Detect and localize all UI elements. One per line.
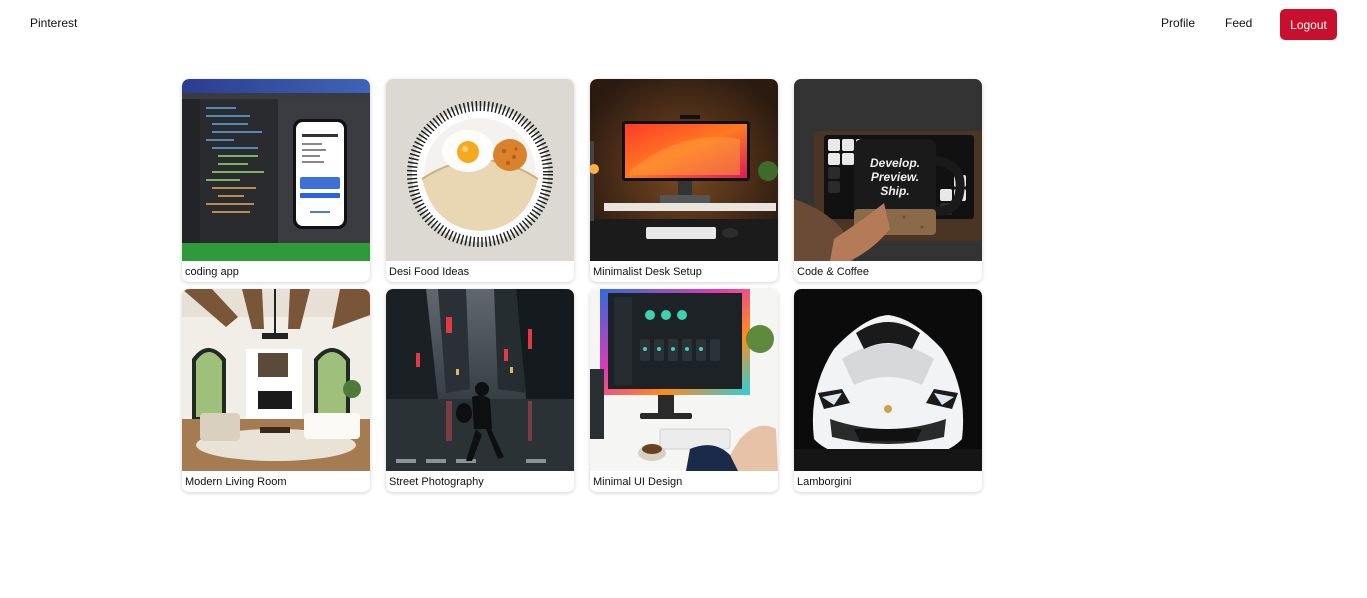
pin-image-mug-over-keyboard: Develop. Preview. Ship. — [794, 79, 982, 261]
pin-card[interactable]: coding app — [182, 79, 370, 282]
logout-button[interactable]: Logout — [1280, 9, 1337, 40]
pin-image-monitor-desk-setup — [590, 79, 778, 261]
pin-title: Lamborgini — [797, 476, 852, 488]
pin-image-bright-living-room — [182, 289, 370, 471]
pin-title: Street Photography — [389, 476, 484, 488]
pin-title: coding app — [185, 266, 239, 278]
mug-text-line: Develop. — [870, 156, 920, 170]
pin-image-white-sports-car — [794, 289, 982, 471]
pin-card[interactable]: Street Photography — [386, 289, 574, 492]
pin-title: Desi Food Ideas — [389, 266, 470, 278]
pin-card[interactable]: Lamborgini — [794, 289, 982, 492]
pin-card[interactable]: Minimalist Desk Setup — [590, 79, 778, 282]
pin-title: Minimalist Desk Setup — [593, 266, 702, 278]
pin-card[interactable]: Minimal UI Design — [590, 289, 778, 492]
pin-card[interactable]: Modern Living Room — [182, 289, 370, 492]
pin-grid: coding app Desi Food Ideas Minimalist De… — [182, 79, 982, 492]
nav-feed-link[interactable]: Feed — [1225, 16, 1252, 30]
pin-title: Minimal UI Design — [593, 476, 683, 488]
mug-text-line: Ship. — [880, 184, 909, 198]
pin-title: Modern Living Room — [185, 476, 287, 488]
mug-text-line: Preview. — [871, 170, 919, 184]
navbar: Pinterest Profile Feed Logout — [0, 0, 1367, 48]
brand-link[interactable]: Pinterest — [30, 16, 77, 30]
nav-profile-link[interactable]: Profile — [1161, 16, 1195, 30]
pin-card[interactable]: Develop. Preview. Ship. Code & Coffee — [794, 79, 982, 282]
pin-image-rainy-street-walker — [386, 289, 574, 471]
pin-image-monitor-dashboard-ui — [590, 289, 778, 471]
pin-image-plate-with-egg-and-dosa — [386, 79, 574, 261]
pin-card[interactable]: Desi Food Ideas — [386, 79, 574, 282]
pin-title: Code & Coffee — [797, 266, 869, 278]
pin-image-ide-with-phone-simulator — [182, 79, 370, 261]
